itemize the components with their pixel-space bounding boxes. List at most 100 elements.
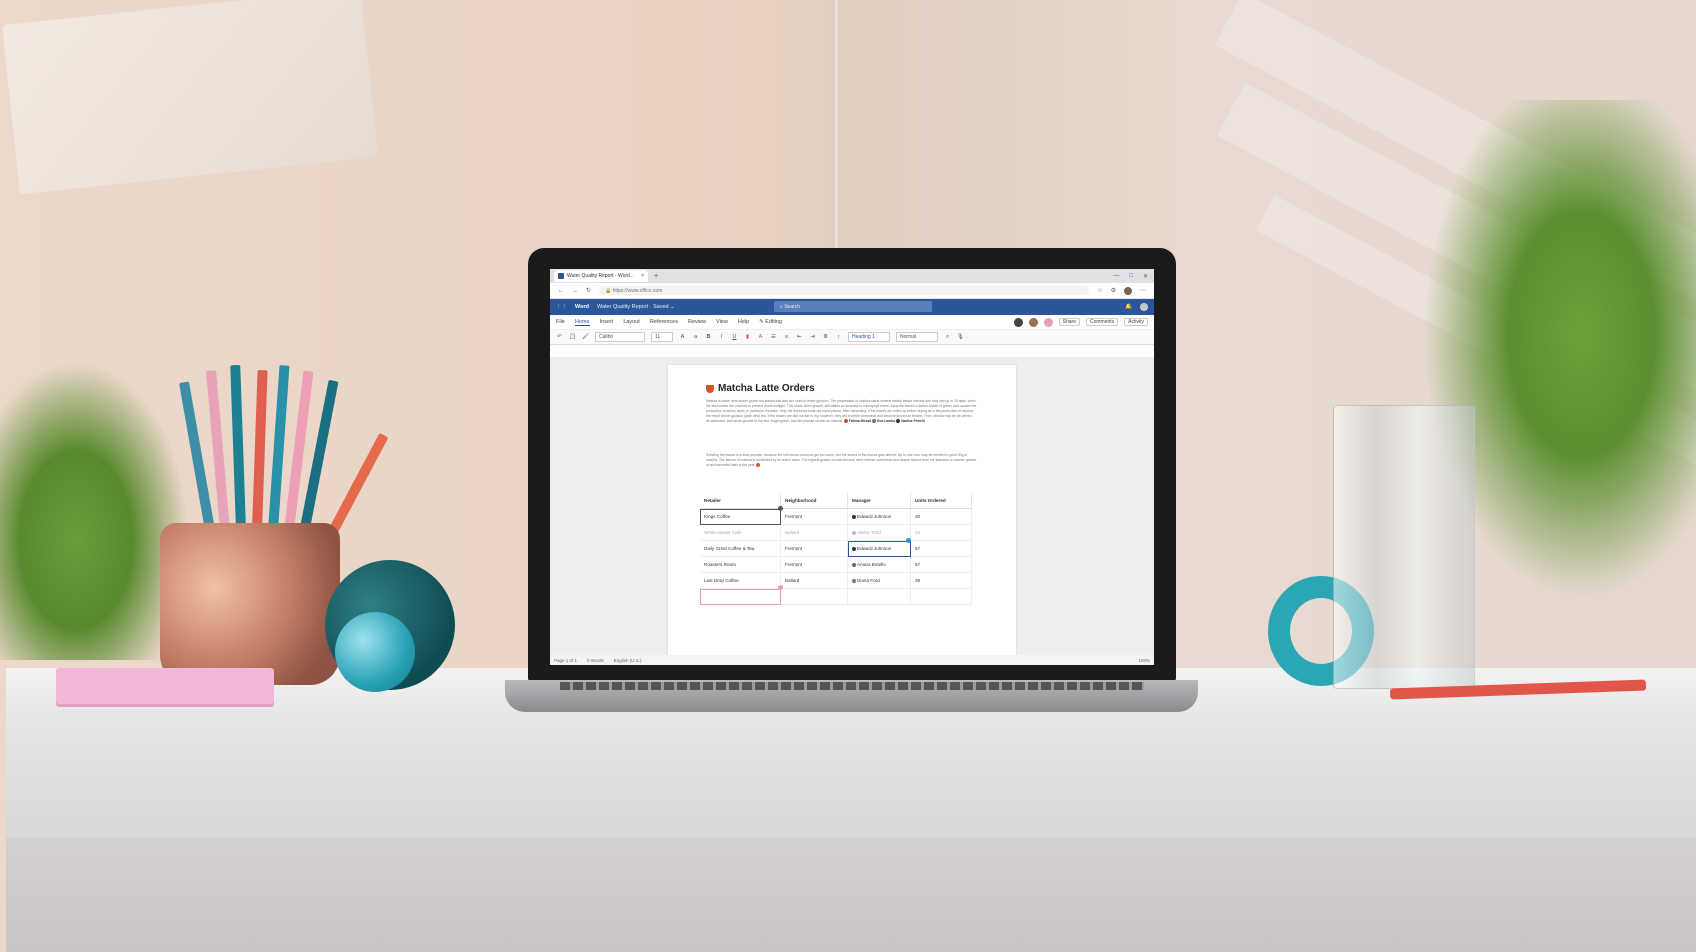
table-cell[interactable]: Roasters Room <box>700 556 781 573</box>
notification-icon[interactable]: 🔔 <box>1125 304 1132 310</box>
tab-help[interactable]: Help <box>738 319 749 325</box>
table-row: Kings Coffee Fremont Edward Johnson 30 <box>700 508 972 525</box>
highlight-icon[interactable]: ▮ <box>744 334 751 340</box>
tab-insert[interactable]: Insert <box>600 319 614 325</box>
table-cell[interactable]: Amara Botello <box>847 556 911 573</box>
url-text: https://www.office.com <box>612 287 663 294</box>
collaborator-avatar[interactable] <box>1043 317 1053 327</box>
table-row: Last Drop Coffee Ballard Diana Ford 39 <box>700 572 972 589</box>
language[interactable]: English (U.S.) <box>614 658 642 663</box>
font-size-select[interactable]: 11 <box>651 332 673 342</box>
activity-button[interactable]: Activity <box>1124 318 1148 326</box>
font-color-icon[interactable]: A <box>757 334 764 340</box>
table-cell[interactable]: Edward Johnson <box>847 540 911 557</box>
extension-icon[interactable]: ⚙ <box>1111 287 1116 294</box>
style-normal[interactable]: Normal <box>896 332 938 342</box>
undo-icon[interactable]: ↶ <box>556 334 563 340</box>
lock-icon: 🔒 <box>605 287 613 294</box>
table-cell[interactable]: 39 <box>910 572 972 589</box>
comments-button[interactable]: Comments <box>1085 318 1119 326</box>
new-tab-icon[interactable]: + <box>654 273 658 280</box>
mention[interactable]: Nadine Petrelli <box>896 419 925 424</box>
tab-home[interactable]: Home <box>574 319 590 326</box>
table-cell[interactable]: Last Drop Coffee <box>700 572 781 589</box>
tab-close-icon[interactable]: × <box>641 273 644 279</box>
more-icon[interactable]: ⋯ <box>1140 287 1146 294</box>
browser-tab[interactable]: Water Quality Report - Word... × <box>554 270 648 282</box>
table-cell[interactable]: Daily Grind Coffee & Tea <box>700 540 781 557</box>
paste-icon[interactable]: 📋 <box>569 334 576 340</box>
document-page[interactable]: Matcha Latte Orders Matcha is made from … <box>668 365 1016 655</box>
table-cell[interactable]: 30 <box>910 508 972 525</box>
table-cell[interactable]: Fremont <box>780 556 848 573</box>
outdent-icon[interactable]: ⇤ <box>796 334 803 340</box>
column-header[interactable]: Units Ordered <box>910 493 972 509</box>
refresh-icon[interactable]: ↻ <box>586 287 591 294</box>
collaborator-avatar[interactable] <box>1013 317 1023 327</box>
forward-icon[interactable]: → <box>572 288 578 294</box>
table-cell[interactable] <box>700 588 781 605</box>
minimize-icon[interactable]: — <box>1113 273 1119 280</box>
table-cell[interactable]: Edward Johnson <box>847 508 911 525</box>
table-cell[interactable]: Fremont <box>780 508 848 525</box>
numbering-icon[interactable]: ≡ <box>783 334 790 340</box>
app-name[interactable]: Word <box>575 304 589 310</box>
table-cell[interactable] <box>780 588 848 605</box>
star-icon[interactable]: ☆ <box>1097 287 1102 294</box>
tab-review[interactable]: Review <box>688 319 706 325</box>
table-cell[interactable]: Ballard <box>780 524 848 541</box>
table-cell[interactable]: 15 <box>910 524 972 541</box>
editing-mode[interactable]: ✎ Editing <box>759 319 782 325</box>
url-input[interactable]: 🔒 https://www.office.com <box>599 286 1090 295</box>
font-select[interactable]: Calibri <box>595 332 645 342</box>
tab-file[interactable]: File <box>556 319 565 325</box>
underline-icon[interactable]: U <box>731 334 738 340</box>
table-cell[interactable]: Alisha Todd <box>847 524 911 541</box>
column-header[interactable]: Neighborhood <box>780 493 848 509</box>
table-cell[interactable]: White Awake Cafe <box>700 524 781 541</box>
paragraph[interactable]: Matcha is made from shade-grown tea leav… <box>706 399 978 424</box>
search-box[interactable]: ⌕ Search <box>774 301 932 312</box>
italic-icon[interactable]: I <box>718 334 725 340</box>
dictate-icon[interactable]: 🎙 <box>957 334 964 340</box>
table-cell[interactable]: Fremont <box>780 540 848 557</box>
activity-label: Activity <box>1128 319 1144 325</box>
grow-font-icon[interactable]: A <box>679 334 686 340</box>
tab-layout[interactable]: Layout <box>623 319 640 325</box>
bold-icon[interactable]: B <box>705 334 712 340</box>
account-avatar[interactable] <box>1140 303 1148 311</box>
bullets-icon[interactable]: ☰ <box>770 334 777 340</box>
align-icon[interactable]: ≣ <box>822 334 829 340</box>
line-spacing-icon[interactable]: ↕ <box>835 334 842 340</box>
maximize-icon[interactable]: □ <box>1129 273 1133 280</box>
zoom-level[interactable]: 100% <box>1138 658 1150 663</box>
back-icon[interactable]: ← <box>558 288 564 294</box>
table-cell[interactable]: Ballard <box>780 572 848 589</box>
column-header[interactable]: Manager <box>847 493 911 509</box>
format-painter-icon[interactable]: 🖌 <box>582 334 589 340</box>
table-cell[interactable]: Diana Ford <box>847 572 911 589</box>
collaborator-avatar[interactable] <box>1028 317 1038 327</box>
laptop-screen: Water Quality Report - Word... × + — □ ✕… <box>550 269 1154 665</box>
tab-references[interactable]: References <box>650 319 678 325</box>
table-cell[interactable]: 57 <box>910 540 972 557</box>
mention[interactable]: Fatima Mirzaii <box>843 419 871 424</box>
app-launcher-icon[interactable]: ⋮⋮ <box>556 304 567 310</box>
mention[interactable]: Eva Lambo <box>872 419 895 424</box>
tab-view[interactable]: View <box>716 319 728 325</box>
find-icon[interactable]: ⌕ <box>944 334 951 341</box>
share-button[interactable]: Share <box>1058 318 1080 326</box>
style-heading[interactable]: Heading 1 <box>848 332 890 342</box>
document-title[interactable]: Water Quality Report · Saved ⌄ <box>597 304 675 310</box>
shrink-font-icon[interactable]: a <box>692 334 699 340</box>
table-cell[interactable]: Kings Coffee <box>700 508 781 525</box>
comments-label: Comments <box>1089 319 1115 325</box>
column-header[interactable]: Retailer <box>700 493 781 509</box>
table-cell[interactable] <box>847 588 911 605</box>
paragraph[interactable]: Grinding the leaves is a slow process, b… <box>706 453 978 468</box>
profile-avatar[interactable] <box>1124 286 1132 295</box>
table-cell[interactable]: 57 <box>910 556 972 573</box>
table-cell[interactable] <box>910 588 972 605</box>
indent-icon[interactable]: ⇥ <box>809 334 816 340</box>
close-window-icon[interactable]: ✕ <box>1143 273 1148 280</box>
